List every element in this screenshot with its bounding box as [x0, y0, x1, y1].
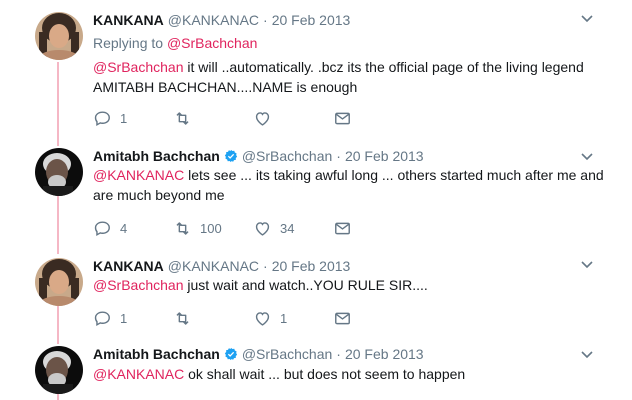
like-count: 1 [280, 310, 288, 326]
tweet-text: @SrBachchan just wait and watch..YOU RUL… [93, 275, 613, 295]
separator: · [263, 12, 268, 28]
man-avatar-image [35, 346, 83, 394]
chevron-down-icon[interactable] [580, 152, 594, 162]
like-icon [255, 111, 270, 126]
like-icon [255, 311, 270, 326]
verified-icon [224, 149, 237, 163]
tweet-header: KANKANA @KANKANAC · 20 Feb 2013 [93, 10, 350, 30]
avatar[interactable] [35, 346, 83, 394]
reply-button[interactable]: 1 [93, 109, 173, 128]
reply-button[interactable]: 4 [93, 219, 173, 238]
reply-icon [94, 310, 110, 326]
author-handle[interactable]: @KANKANAC [168, 12, 259, 28]
separator: · [336, 148, 341, 164]
separator: · [263, 258, 268, 274]
author-handle[interactable]: @SrBachchan [242, 346, 332, 362]
tweet-text: @KANKANAC ok shall wait ... but does not… [93, 364, 613, 384]
author-name[interactable]: Amitabh Bachchan [93, 148, 220, 164]
tweet-date[interactable]: 20 Feb 2013 [272, 258, 351, 274]
chevron-down-icon[interactable] [580, 350, 594, 360]
tweet-text: @KANKANAC lets see ... its taking awful … [93, 165, 613, 205]
reply-icon [94, 110, 110, 126]
mention-link[interactable]: @KANKANAC [93, 366, 184, 382]
woman-avatar-image [35, 258, 83, 306]
retweet-button[interactable] [173, 109, 253, 128]
tweet-date[interactable]: 20 Feb 2013 [345, 148, 424, 164]
author-name[interactable]: KANKANA [93, 12, 164, 28]
tweet-header: KANKANA @KANKANAC · 20 Feb 2013 [93, 256, 350, 276]
tweet-text: @SrBachchan it will ..automatically. .bc… [93, 57, 613, 97]
verified-icon [224, 347, 237, 361]
reply-icon [94, 220, 110, 236]
tweet-text-line: it will ..automatically. .bcz its the of… [183, 59, 584, 75]
author-name[interactable]: Amitabh Bachchan [93, 346, 220, 362]
reply-count: 1 [120, 110, 128, 126]
reply-count: 1 [120, 310, 128, 326]
author-handle[interactable]: @KANKANAC [168, 258, 259, 274]
separator: · [336, 346, 341, 362]
chevron-down-icon[interactable] [580, 260, 594, 270]
tweet[interactable]: KANKANA @KANKANAC · 20 Feb 2013 @SrBachc… [0, 256, 632, 340]
woman-avatar-image [35, 12, 83, 60]
retweet-button[interactable]: 100 [173, 219, 253, 238]
replying-to: Replying to @SrBachchan [93, 35, 257, 51]
retweet-icon [176, 311, 189, 325]
mention-link[interactable]: @SrBachchan [93, 59, 183, 75]
tweet[interactable]: Amitabh Bachchan @SrBachchan · 20 Feb 20… [0, 344, 632, 400]
avatar[interactable] [35, 148, 83, 196]
direct-message-button[interactable] [333, 219, 413, 238]
like-count: 34 [280, 220, 295, 236]
like-icon [255, 221, 270, 236]
tweet-date[interactable]: 20 Feb 2013 [272, 12, 351, 28]
retweet-count: 100 [200, 220, 222, 236]
author-name[interactable]: KANKANA [93, 258, 164, 274]
retweet-icon [176, 221, 189, 235]
chevron-down-icon[interactable] [580, 14, 594, 24]
like-button[interactable]: 1 [253, 309, 333, 328]
author-handle[interactable]: @SrBachchan [242, 148, 332, 164]
tweet-actions: 1 [93, 107, 413, 129]
avatar[interactable] [35, 258, 83, 306]
tweet-actions: 4 100 34 [93, 217, 413, 239]
avatar[interactable] [35, 12, 83, 60]
reply-count: 4 [120, 220, 128, 236]
tweet-text-line: just wait and watch..YOU RULE SIR.... [183, 277, 428, 293]
tweet-header: Amitabh Bachchan @SrBachchan · 20 Feb 20… [93, 344, 424, 364]
message-icon [335, 222, 350, 234]
tweet-text-line: lets see ... its taking awful long ... o… [184, 167, 604, 183]
tweet-actions: 1 1 [93, 307, 413, 329]
like-button[interactable] [253, 109, 333, 128]
tweet-text-line: AMITABH BACHCHAN....NAME is enough [93, 79, 358, 95]
man-avatar-image [35, 148, 83, 196]
reply-button[interactable]: 1 [93, 309, 173, 328]
tweet-text-line: are much beyond me [93, 187, 225, 203]
replying-mention-link[interactable]: @SrBachchan [167, 35, 257, 51]
message-icon [335, 312, 350, 324]
replying-label: Replying to [93, 35, 164, 51]
direct-message-button[interactable] [333, 309, 413, 328]
tweet[interactable]: Amitabh Bachchan @SrBachchan · 20 Feb 20… [0, 146, 632, 250]
mention-link[interactable]: @KANKANAC [93, 167, 184, 183]
tweet-date[interactable]: 20 Feb 2013 [345, 346, 424, 362]
message-icon [335, 112, 350, 124]
direct-message-button[interactable] [333, 109, 413, 128]
retweet-button[interactable] [173, 309, 253, 328]
retweet-icon [176, 111, 189, 125]
tweet-header: Amitabh Bachchan @SrBachchan · 20 Feb 20… [93, 146, 424, 166]
like-button[interactable]: 34 [253, 219, 333, 238]
tweet-text-line: ok shall wait ... but does not seem to h… [184, 366, 466, 382]
tweet[interactable]: KANKANA @KANKANAC · 20 Feb 2013 Replying… [0, 10, 632, 140]
mention-link[interactable]: @SrBachchan [93, 277, 183, 293]
